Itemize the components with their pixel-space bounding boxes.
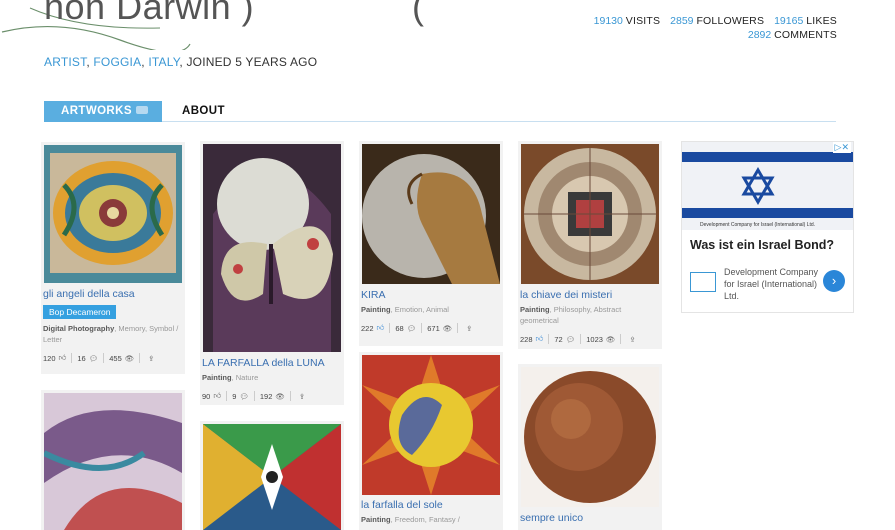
comment-icon[interactable]: 💬︎ xyxy=(566,335,576,344)
artwork-image xyxy=(521,144,659,284)
advertisement[interactable]: Development Company for Israel (Internat… xyxy=(681,141,854,313)
artwork-image xyxy=(44,145,182,283)
tab-about[interactable]: ABOUT xyxy=(182,105,225,117)
artwork-metrics: 90 👍︎ 9 💬︎ 192 👁︎ ⇪ xyxy=(202,391,342,401)
like-count: 222 xyxy=(361,323,374,333)
artwork-metrics: 228 👍︎ 72 💬︎ 1023 👁︎ ⇪ xyxy=(520,334,660,344)
artwork-title[interactable]: gli angeli della casa xyxy=(43,288,183,300)
thumbs-up-icon[interactable]: 👍︎ xyxy=(213,391,221,401)
artwork-categories: Painting, Emotion, Animal xyxy=(361,305,449,314)
ad-banner-caption: Development Company for Israel (Internat… xyxy=(700,222,816,228)
comment-count: 72 xyxy=(554,334,563,344)
country-link[interactable]: ITALY xyxy=(148,55,179,69)
comment-icon[interactable]: 💬︎ xyxy=(89,354,99,363)
artwork-title[interactable]: KIRA xyxy=(361,289,501,301)
thumbs-up-icon[interactable]: 👍︎ xyxy=(59,353,67,363)
artwork-categories: Painting, Freedom, Fantasy / xyxy=(361,515,460,524)
artwork-image xyxy=(362,144,500,284)
city-link[interactable]: FOGGIA xyxy=(93,55,141,69)
artwork-thumbnail[interactable] xyxy=(203,144,341,352)
ad-arrow-button[interactable]: › xyxy=(823,270,845,292)
joined-text: JOINED 5 YEARS AGO xyxy=(186,55,318,69)
artwork-card[interactable]: la chiave dei misteri Painting, Philosop… xyxy=(518,141,662,349)
artwork-title[interactable]: la farfalla del sole xyxy=(361,499,501,511)
profile-stats: 19130 VISITS 2859 FOLLOWERS 19165 LIKES … xyxy=(577,14,837,42)
view-count: 1023 xyxy=(586,334,603,344)
comment-count: 16 xyxy=(77,353,86,363)
artwork-image xyxy=(203,424,341,530)
artwork-title[interactable]: la chiave dei misteri xyxy=(520,289,660,301)
israel-flag-image xyxy=(682,142,853,230)
tab-artworks-label: ARTWORKS xyxy=(61,105,132,117)
share-icon[interactable]: ⇪ xyxy=(148,354,154,363)
artwork-thumbnail[interactable] xyxy=(362,355,500,495)
eye-icon: 👁︎ xyxy=(442,323,453,333)
comment-count: 68 xyxy=(395,323,404,333)
thumbs-up-icon[interactable]: 👍︎ xyxy=(536,334,544,344)
artwork-card[interactable]: la farfalla del sole Painting, Freedom, … xyxy=(359,352,503,530)
thumbs-up-icon[interactable]: 👍︎ xyxy=(377,323,385,333)
tab-artworks[interactable]: ARTWORKS xyxy=(44,101,162,122)
view-count: 192 xyxy=(259,391,273,401)
eye-icon: 👁︎ xyxy=(124,353,135,363)
artwork-title[interactable]: LA FARFALLA della LUNA xyxy=(202,357,342,369)
followers-stat[interactable]: 2859 FOLLOWERS xyxy=(670,15,764,27)
ad-headline[interactable]: Was ist ein Israel Bond? xyxy=(690,238,834,252)
artwork-title[interactable]: sempre unico xyxy=(520,512,660,524)
artwork-card[interactable]: KIRA Painting, Emotion, Animal 222 👍︎ 68 💬… xyxy=(359,141,503,346)
artwork-thumbnail[interactable] xyxy=(521,144,659,284)
role-link[interactable]: ARTIST xyxy=(44,55,86,69)
title-text: non Darwin ) xyxy=(44,0,255,27)
artwork-image xyxy=(521,367,659,507)
artwork-card[interactable]: LA FARFALLA della LUNA Painting, Nature … xyxy=(200,141,344,405)
profile-tabs: ARTWORKS ABOUT xyxy=(44,101,836,122)
like-count: 120 xyxy=(43,353,56,363)
artwork-categories: Painting, Nature xyxy=(202,373,259,382)
artwork-metrics: 120 👍︎ 16 💬︎ 455 👁︎ ⇪ xyxy=(43,353,183,363)
title-fragment: ( xyxy=(412,0,424,27)
artist-name-title: non Darwin ) xyxy=(44,0,254,28)
artwork-thumbnail[interactable] xyxy=(362,144,500,284)
artwork-thumbnail[interactable] xyxy=(521,367,659,507)
comment-icon[interactable]: 💬︎ xyxy=(407,324,417,333)
share-icon[interactable]: ⇪ xyxy=(629,335,635,344)
artwork-card[interactable] xyxy=(41,390,185,530)
artwork-card[interactable]: sempre unico xyxy=(518,364,662,530)
share-icon[interactable]: ⇪ xyxy=(299,392,305,401)
artwork-image xyxy=(203,144,341,352)
artwork-thumbnail[interactable] xyxy=(44,393,182,530)
comment-count: 9 xyxy=(232,391,237,401)
artwork-metrics: 222 👍︎ 68 💬︎ 671 👁︎ ⇪ xyxy=(361,323,501,333)
visits-stat: 19130 VISITS xyxy=(593,15,661,27)
artwork-image xyxy=(362,355,500,495)
group-badge[interactable]: Bop Decameron xyxy=(43,305,117,319)
ad-logo-icon xyxy=(690,272,716,292)
artwork-thumbnail[interactable] xyxy=(203,424,341,530)
share-icon[interactable]: ⇪ xyxy=(466,324,472,333)
comments-stat: 2892 COMMENTS xyxy=(747,29,837,41)
eye-icon: 👁︎ xyxy=(275,391,285,401)
view-count: 671 xyxy=(427,323,440,333)
artwork-categories: Digital Photography, Memory, Symbol / Le… xyxy=(43,324,179,344)
view-count: 455 xyxy=(109,353,122,363)
ad-description: Development Company for Israel (Internat… xyxy=(724,267,819,301)
ad-banner-image[interactable]: Development Company for Israel (Internat… xyxy=(682,142,853,230)
eye-icon: 👁︎ xyxy=(605,334,616,344)
artwork-card[interactable] xyxy=(200,421,344,530)
artwork-image xyxy=(44,393,182,530)
artist-meta: ARTIST, FOGGIA, ITALY, JOINED 5 YEARS AG… xyxy=(44,55,318,69)
like-count: 90 xyxy=(202,391,211,401)
camera-icon xyxy=(135,106,148,114)
likes-stat: 19165 LIKES xyxy=(774,15,837,27)
artwork-categories: Painting, Philosophy, Abstract geometric… xyxy=(520,305,622,325)
adchoices-icon[interactable]: ▷✕ xyxy=(832,142,851,153)
comment-icon[interactable]: 💬︎ xyxy=(239,392,249,401)
like-count: 228 xyxy=(520,334,533,344)
artwork-card[interactable]: gli angeli della casa Bop Decameron Digi… xyxy=(41,142,185,374)
artwork-thumbnail[interactable] xyxy=(44,145,182,283)
